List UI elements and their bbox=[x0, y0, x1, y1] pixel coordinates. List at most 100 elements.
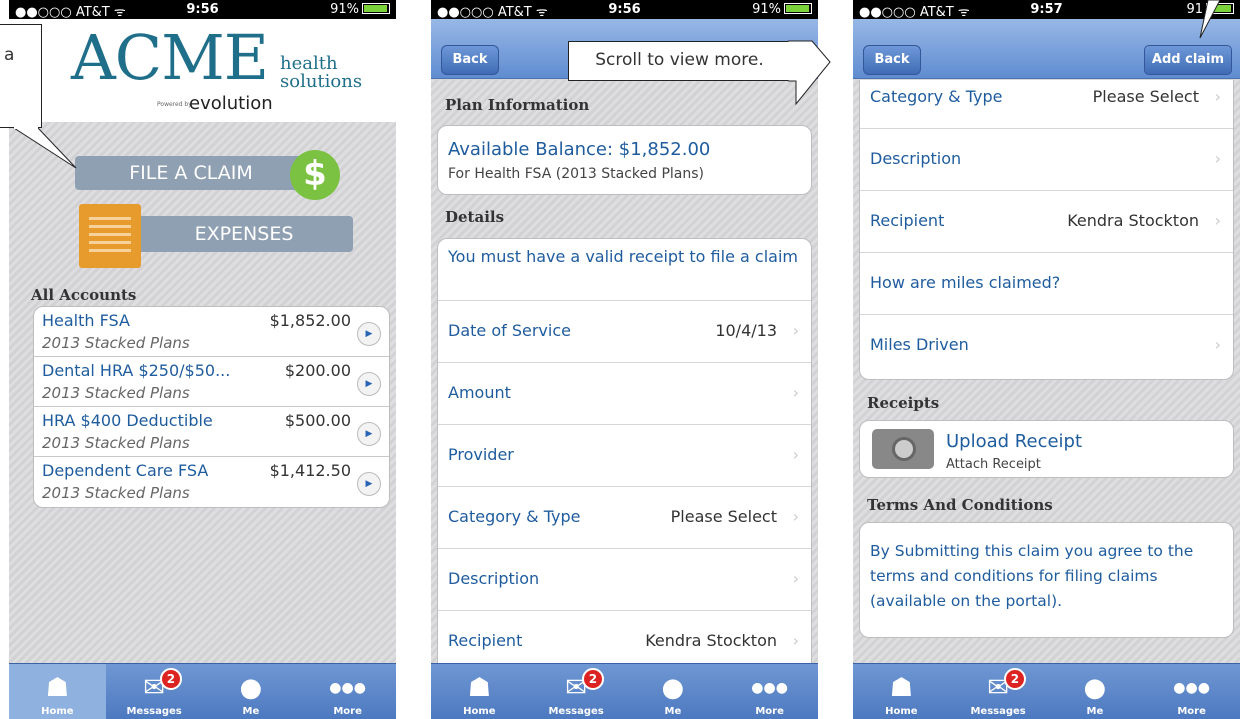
row-label: Recipient bbox=[870, 211, 945, 230]
logo-evolution: evolution bbox=[189, 93, 273, 114]
person-icon: ● bbox=[1083, 673, 1107, 703]
add-claim-pointer bbox=[1199, 0, 1221, 39]
logo-solutions: solutions bbox=[280, 71, 363, 92]
tab-me[interactable]: ● Me bbox=[625, 664, 722, 719]
row-recipient[interactable]: Recipient Kendra Stockton › bbox=[860, 191, 1233, 253]
row-description[interactable]: Description › bbox=[438, 549, 811, 611]
tab-label: More bbox=[1177, 706, 1206, 717]
row-recipient[interactable]: Recipient Kendra Stockton › bbox=[438, 611, 811, 663]
callout-pointer bbox=[12, 120, 77, 169]
chevron-right-icon: › bbox=[792, 383, 799, 402]
expenses-button[interactable]: EXPENSES bbox=[75, 204, 357, 268]
home-icon: ☗ bbox=[45, 673, 70, 703]
notification-badge: 2 bbox=[581, 668, 604, 690]
home-icon: ☗ bbox=[889, 673, 914, 703]
upload-receipt-button[interactable]: Upload Receipt Attach Receipt bbox=[859, 420, 1234, 478]
tab-label: Home bbox=[463, 706, 496, 717]
account-row[interactable]: Health FSA 2013 Stacked Plans $1,852.00 … bbox=[34, 307, 389, 357]
acme-logo: ACME bbox=[71, 21, 269, 94]
camera-icon bbox=[872, 429, 934, 469]
disclosure-icon[interactable]: ▶ bbox=[357, 372, 381, 396]
logo-banner: ACME health solutions Powered by evoluti… bbox=[9, 19, 396, 122]
tab-home[interactable]: ☗ Home bbox=[9, 664, 106, 719]
tab-more[interactable]: ●●● More bbox=[721, 664, 818, 719]
tab-label: Messages bbox=[548, 706, 604, 717]
tab-home[interactable]: ☗ Home bbox=[853, 664, 950, 719]
row-miles-driven[interactable]: Miles Driven › bbox=[860, 315, 1233, 377]
row-category-type[interactable]: Category & Type Please Select › bbox=[438, 487, 811, 549]
receipt-notice: You must have a valid receipt to file a … bbox=[438, 239, 811, 301]
claim-form: Plan Information Available Balance: $1,8… bbox=[431, 80, 818, 663]
more-icon: ●●● bbox=[751, 680, 788, 696]
tab-bar: ☗ Home ✉ 2 Messages ● Me ●●● More bbox=[853, 663, 1240, 719]
row-value: Please Select bbox=[670, 507, 777, 526]
callout-arrow bbox=[788, 40, 831, 106]
file-claim-button[interactable]: FILE A CLAIM $ bbox=[75, 150, 357, 200]
account-row[interactable]: HRA $400 Deductible 2013 Stacked Plans $… bbox=[34, 407, 389, 457]
battery-icon bbox=[784, 3, 812, 14]
balance-card: Available Balance: $1,852.00 For Health … bbox=[437, 125, 812, 195]
section-plan-information: Plan Information bbox=[445, 96, 590, 114]
scroll-callout: Scroll to view more. bbox=[568, 41, 790, 81]
row-value: Please Select bbox=[1092, 87, 1199, 106]
accounts-list: Health FSA 2013 Stacked Plans $1,852.00 … bbox=[33, 306, 390, 508]
row-label: Description bbox=[448, 569, 540, 588]
tab-more[interactable]: ●●● More bbox=[299, 664, 396, 719]
back-button[interactable]: Back bbox=[863, 45, 921, 75]
account-plan: 2013 Stacked Plans bbox=[42, 434, 190, 452]
claim-details-screen: ●●○○○ AT&T ᯤ 9:57 91 Back Add claim Cate… bbox=[853, 0, 1240, 719]
row-description[interactable]: Description › bbox=[860, 129, 1233, 191]
tab-messages[interactable]: ✉ 2 Messages bbox=[528, 664, 625, 719]
account-name: Dependent Care FSA bbox=[42, 461, 209, 480]
tab-messages[interactable]: ✉ 2 Messages bbox=[950, 664, 1047, 719]
account-amount: $500.00 bbox=[284, 411, 351, 430]
chevron-right-icon: › bbox=[1214, 335, 1221, 354]
battery: 91% bbox=[330, 2, 390, 17]
tab-more[interactable]: ●●● More bbox=[1143, 664, 1240, 719]
battery-percent: 91% bbox=[330, 2, 359, 17]
tab-me[interactable]: ● Me bbox=[203, 664, 300, 719]
add-claim-button[interactable]: Add claim bbox=[1144, 45, 1232, 75]
tab-bar: ☗ Home ✉ 2 Messages ● Me ●●● More bbox=[9, 663, 396, 719]
disclosure-icon[interactable]: ▶ bbox=[357, 422, 381, 446]
person-icon: ● bbox=[239, 673, 263, 703]
row-category-type[interactable]: Category & Type Please Select › bbox=[860, 80, 1233, 129]
tab-label: Me bbox=[1086, 706, 1104, 717]
account-plan: 2013 Stacked Plans bbox=[42, 384, 190, 402]
tab-home[interactable]: ☗ Home bbox=[431, 664, 528, 719]
tab-me[interactable]: ● Me bbox=[1047, 664, 1144, 719]
account-amount: $1,852.00 bbox=[269, 311, 351, 330]
disclosure-icon[interactable]: ▶ bbox=[357, 322, 381, 346]
account-row[interactable]: Dependent Care FSA 2013 Stacked Plans $1… bbox=[34, 457, 389, 507]
account-row[interactable]: Dental HRA $250/$50... 2013 Stacked Plan… bbox=[34, 357, 389, 407]
row-label: Miles Driven bbox=[870, 335, 969, 354]
chevron-right-icon: › bbox=[792, 507, 799, 526]
section-receipts: Receipts bbox=[867, 394, 940, 412]
row-value: 10/4/13 bbox=[715, 321, 777, 340]
section-details: Details bbox=[445, 208, 505, 226]
account-name: Health FSA bbox=[42, 311, 130, 330]
account-name: Dental HRA $250/$50... bbox=[42, 361, 231, 380]
row-provider[interactable]: Provider › bbox=[438, 425, 811, 487]
tab-label: Messages bbox=[126, 706, 182, 717]
account-name: HRA $400 Deductible bbox=[42, 411, 213, 430]
row-miles-claimed[interactable]: How are miles claimed? bbox=[860, 253, 1233, 315]
chevron-right-icon: › bbox=[1214, 149, 1221, 168]
row-amount[interactable]: Amount › bbox=[438, 363, 811, 425]
row-date-of-service[interactable]: Date of Service 10/4/13 › bbox=[438, 301, 811, 363]
tab-label: Me bbox=[664, 706, 682, 717]
expenses-label: EXPENSES bbox=[135, 216, 353, 252]
chevron-right-icon: › bbox=[792, 569, 799, 588]
more-icon: ●●● bbox=[329, 680, 366, 696]
dollar-icon: $ bbox=[290, 150, 340, 200]
tab-messages[interactable]: ✉ 2 Messages bbox=[106, 664, 203, 719]
notification-badge: 2 bbox=[159, 668, 182, 690]
row-label: Category & Type bbox=[870, 87, 1003, 106]
home-body: FILE A CLAIM $ EXPENSES All Accounts Hea… bbox=[9, 122, 396, 663]
account-plan: 2013 Stacked Plans bbox=[42, 334, 190, 352]
row-label: Amount bbox=[448, 383, 511, 402]
disclosure-icon[interactable]: ▶ bbox=[357, 472, 381, 496]
battery: 91% bbox=[752, 2, 812, 17]
available-balance: Available Balance: $1,852.00 bbox=[448, 139, 711, 160]
back-button[interactable]: Back bbox=[441, 45, 499, 75]
